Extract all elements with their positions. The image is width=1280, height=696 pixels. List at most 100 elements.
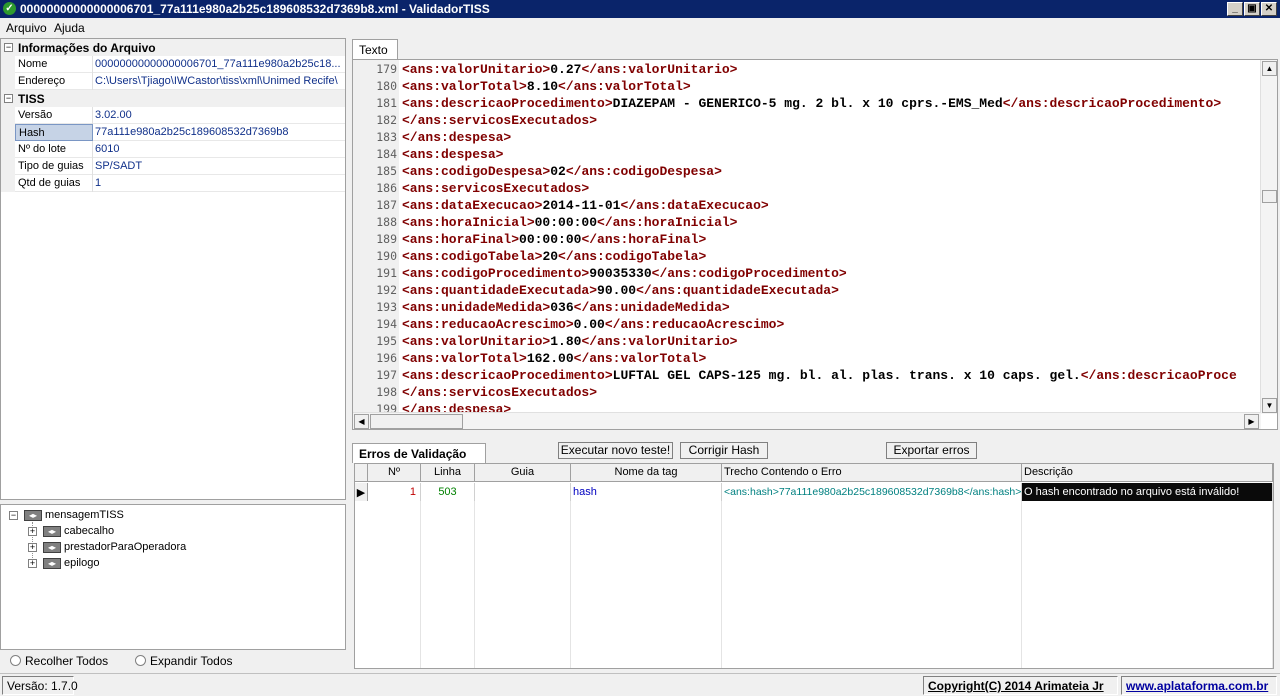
- line-number: 190: [376, 249, 397, 263]
- radio-expandir[interactable]: [135, 655, 146, 666]
- line-number: 189: [376, 232, 397, 246]
- prop-key: Qtd de guias: [15, 175, 93, 192]
- radio-expandir-label[interactable]: Expandir Todos: [150, 654, 233, 668]
- scroll-up-icon[interactable]: ▲: [1262, 61, 1277, 76]
- text-tab-strip: Texto: [352, 38, 1280, 59]
- prop-nome[interactable]: Nome 00000000000000006701_77a111e980a2b2…: [1, 56, 345, 73]
- prop-value[interactable]: SP/SADT: [94, 158, 344, 175]
- code-line[interactable]: <ans:valorTotal>8.10</ans:valorTotal>: [402, 78, 691, 95]
- cell-n[interactable]: 1: [368, 483, 421, 501]
- prop-value[interactable]: 77a111e980a2b25c189608532d7369b8: [94, 124, 344, 141]
- code-line[interactable]: <ans:horaFinal>00:00:00</ans:horaFinal>: [402, 231, 706, 248]
- cell-linha[interactable]: 503: [421, 483, 475, 501]
- close-button[interactable]: ✕: [1261, 2, 1277, 16]
- tree-node-epilogo[interactable]: + ◂▸ epilogo: [28, 556, 228, 572]
- line-number: 193: [376, 300, 397, 314]
- scroll-left-icon[interactable]: ◀: [354, 414, 369, 429]
- prop-qtd-guias[interactable]: Qtd de guias 1: [1, 175, 345, 192]
- prop-tipo-guias[interactable]: Tipo de guias SP/SADT: [1, 158, 345, 175]
- col-header-guia[interactable]: Guia: [475, 464, 571, 482]
- line-number: 181: [376, 96, 397, 110]
- col-header-descricao[interactable]: Descrição: [1022, 464, 1273, 482]
- menu-arquivo[interactable]: Arquivo: [6, 21, 47, 35]
- horizontal-scrollbar[interactable]: ◀ ▶: [353, 412, 1261, 429]
- code-line[interactable]: <ans:codigoProcedimento>90035330</ans:co…: [402, 265, 847, 282]
- prop-value[interactable]: C:\Users\Tjiago\IWCastor\tiss\xml\Unimed…: [94, 73, 344, 90]
- tab-texto[interactable]: Texto: [352, 39, 398, 59]
- prop-versao[interactable]: Versão 3.02.00: [1, 107, 345, 124]
- code-line[interactable]: <ans:codigoDespesa>02</ans:codigoDespesa…: [402, 163, 722, 180]
- minimize-button[interactable]: _: [1227, 2, 1243, 16]
- code-line[interactable]: <ans:servicosExecutados>: [402, 180, 589, 197]
- code-line[interactable]: <ans:valorTotal>162.00</ans:valorTotal>: [402, 350, 706, 367]
- code-line[interactable]: <ans:quantidadeExecutada>90.00</ans:quan…: [402, 282, 839, 299]
- executar-teste-button[interactable]: Executar novo teste!: [558, 442, 673, 459]
- prop-key: Endereço: [15, 73, 93, 90]
- collapse-icon[interactable]: −: [4, 94, 13, 103]
- radio-recolher-label[interactable]: Recolher Todos: [25, 654, 108, 668]
- col-header-n[interactable]: Nº: [368, 464, 421, 482]
- scroll-down-icon[interactable]: ▼: [1262, 398, 1277, 413]
- radio-recolher[interactable]: [10, 655, 21, 666]
- prop-lote[interactable]: Nº do lote 6010: [1, 141, 345, 158]
- line-number: 194: [376, 317, 397, 331]
- cell-trecho[interactable]: <ans:hash>77a111e980a2b25c189608532d7369…: [722, 483, 1022, 501]
- code-line[interactable]: </ans:despesa>: [402, 129, 511, 146]
- tree-node-root[interactable]: − ◂▸ mensagemTISS: [9, 508, 209, 524]
- xml-editor[interactable]: 179 180 181 182 183 184 185 186 187 188 189 190 191 1…: [352, 59, 1278, 430]
- check-circle-icon: ✓: [3, 2, 16, 15]
- code-line[interactable]: <ans:descricaoProcedimento>DIAZEPAM - GE…: [402, 95, 1221, 112]
- line-number: 180: [376, 79, 397, 93]
- prop-value[interactable]: 3.02.00: [94, 107, 344, 124]
- code-line[interactable]: <ans:descricaoProcedimento>LUFTAL GEL CA…: [402, 367, 1237, 384]
- cell-descricao[interactable]: O hash encontrado no arquivo está inváli…: [1022, 483, 1273, 501]
- col-header-trecho[interactable]: Trecho Contendo o Erro: [722, 464, 1022, 482]
- code-line[interactable]: </ans:servicosExecutados>: [402, 384, 597, 401]
- xml-node-icon: ◂▸: [43, 526, 61, 537]
- title-bar: ✓ 00000000000000006701_77a111e980a2b25c1…: [0, 0, 1280, 18]
- corrigir-hash-button[interactable]: Corrigir Hash: [680, 442, 768, 459]
- code-line[interactable]: <ans:reducaoAcrescimo>0.00</ans:reducaoA…: [402, 316, 784, 333]
- category-arquivo[interactable]: − Informações do Arquivo: [1, 39, 345, 56]
- expand-icon[interactable]: +: [28, 559, 37, 568]
- expand-icon[interactable]: +: [28, 543, 37, 552]
- code-line[interactable]: <ans:valorUnitario>1.80</ans:valorUnitar…: [402, 333, 737, 350]
- code-line[interactable]: <ans:horaInicial>00:00:00</ans:horaInici…: [402, 214, 737, 231]
- tree-node-prestador[interactable]: + ◂▸ prestadorParaOperadora: [28, 540, 278, 556]
- line-number: 188: [376, 215, 397, 229]
- category-tiss[interactable]: − TISS: [1, 90, 345, 107]
- cell-tag[interactable]: hash: [571, 483, 722, 501]
- collapse-icon[interactable]: −: [4, 43, 13, 52]
- scroll-thumb[interactable]: [1262, 190, 1277, 203]
- xml-tree: − ◂▸ mensagemTISS + ◂▸ cabecalho + ◂▸ pr…: [0, 504, 346, 650]
- prop-value[interactable]: 1: [94, 175, 344, 192]
- vertical-scrollbar[interactable]: ▲ ▼: [1260, 60, 1277, 414]
- maximize-button[interactable]: ▣: [1244, 2, 1260, 16]
- col-header-tag[interactable]: Nome da tag: [571, 464, 722, 482]
- prop-value[interactable]: 6010: [94, 141, 344, 158]
- tree-node-cabecalho[interactable]: + ◂▸ cabecalho: [28, 524, 228, 540]
- col-header-linha[interactable]: Linha: [421, 464, 475, 482]
- cell-guia[interactable]: [475, 483, 571, 501]
- row-selector-icon[interactable]: ▶: [355, 483, 368, 501]
- line-number: 198: [376, 385, 397, 399]
- collapse-icon[interactable]: −: [9, 511, 18, 520]
- code-line[interactable]: <ans:unidadeMedida>036</ans:unidadeMedid…: [402, 299, 730, 316]
- expand-icon[interactable]: +: [28, 527, 37, 536]
- tab-erros-validacao[interactable]: Erros de Validação (1): [352, 443, 486, 475]
- scroll-right-icon[interactable]: ▶: [1244, 414, 1259, 429]
- prop-value[interactable]: 00000000000000006701_77a111e980a2b25c18.…: [94, 56, 344, 73]
- prop-key: Nº do lote: [15, 141, 93, 158]
- code-line[interactable]: <ans:codigoTabela>20</ans:codigoTabela>: [402, 248, 706, 265]
- website-link[interactable]: www.aplataforma.com.br: [1121, 676, 1277, 695]
- prop-endereco[interactable]: Endereço C:\Users\Tjiago\IWCastor\tiss\x…: [1, 73, 345, 90]
- line-number: 185: [376, 164, 397, 178]
- exportar-erros-button[interactable]: Exportar erros: [886, 442, 977, 459]
- menu-ajuda[interactable]: Ajuda: [54, 21, 85, 35]
- prop-hash[interactable]: Hash 77a111e980a2b25c189608532d7369b8: [1, 124, 345, 141]
- code-line[interactable]: <ans:despesa>: [402, 146, 503, 163]
- code-line[interactable]: <ans:valorUnitario>0.27</ans:valorUnitar…: [402, 61, 737, 78]
- hscroll-thumb[interactable]: [370, 414, 463, 429]
- code-line[interactable]: </ans:servicosExecutados>: [402, 112, 597, 129]
- code-line[interactable]: <ans:dataExecucao>2014-11-01</ans:dataEx…: [402, 197, 769, 214]
